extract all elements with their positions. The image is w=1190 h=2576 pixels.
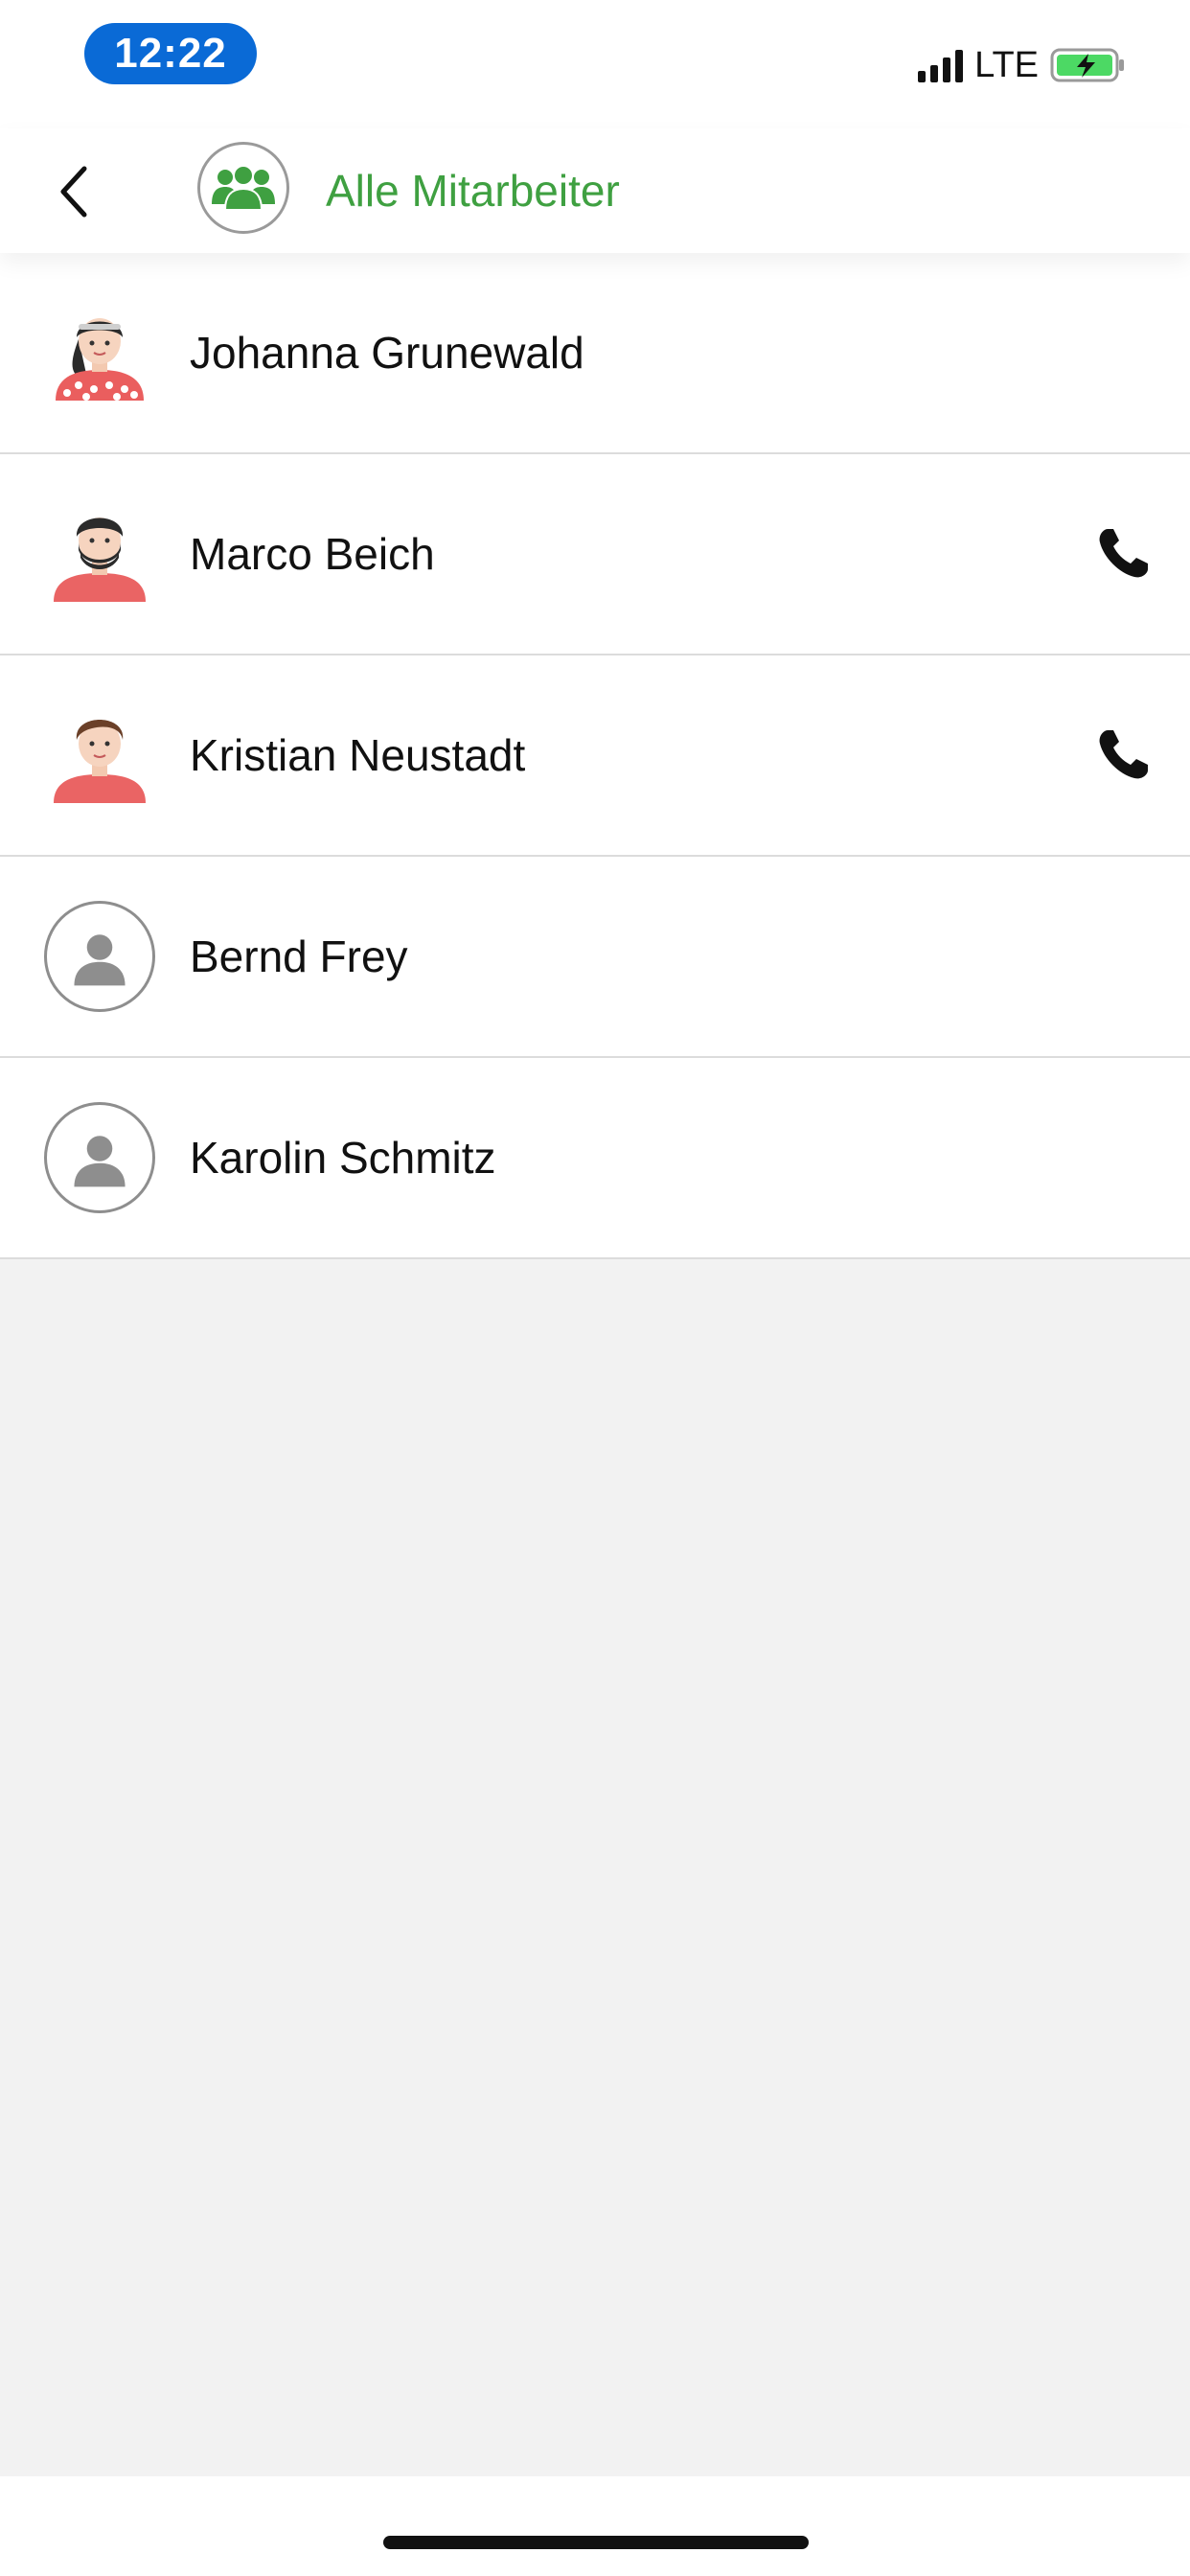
- group-people-icon: [212, 165, 275, 211]
- status-icons: LTE: [918, 42, 1127, 88]
- bearded-man-avatar-icon: [54, 518, 146, 602]
- list-item[interactable]: Marco Beich: [0, 454, 1190, 656]
- contact-name: Karolin Schmitz: [190, 1133, 496, 1183]
- signal-icon: [918, 48, 964, 82]
- group-avatar: [197, 142, 289, 234]
- page-title: Alle Mitarbeiter: [326, 166, 620, 216]
- contact-name: Johanna Grunewald: [190, 328, 584, 378]
- list-item[interactable]: Karolin Schmitz: [0, 1058, 1190, 1259]
- time-display: 12:22: [84, 23, 257, 84]
- default-person-icon: [44, 901, 155, 1012]
- man-avatar-icon: [54, 720, 146, 803]
- chevron-left-icon: [60, 166, 87, 218]
- contact-name: Kristian Neustadt: [190, 730, 526, 780]
- status-bar: 12:22 LTE: [0, 0, 1190, 128]
- contact-list: Johanna Grunewald Marco Beich Kristian N…: [0, 253, 1190, 1259]
- list-item[interactable]: Bernd Frey: [0, 857, 1190, 1058]
- battery-charging-icon: [1050, 48, 1124, 82]
- list-item[interactable]: Kristian Neustadt: [0, 656, 1190, 857]
- default-person-icon: [44, 1102, 155, 1213]
- bottom-bar: [0, 2476, 1190, 2576]
- contact-name: Marco Beich: [190, 529, 435, 579]
- woman-avatar-icon: [56, 318, 144, 401]
- list-item[interactable]: Johanna Grunewald: [0, 253, 1190, 454]
- contact-name: Bernd Frey: [190, 932, 408, 981]
- phone-icon[interactable]: [1094, 726, 1152, 784]
- network-label: LTE: [974, 44, 1039, 85]
- nav-bar: Alle Mitarbeiter: [0, 128, 1190, 253]
- phone-icon[interactable]: [1094, 525, 1152, 583]
- home-indicator[interactable]: [383, 2536, 809, 2549]
- back-button[interactable]: [38, 153, 107, 230]
